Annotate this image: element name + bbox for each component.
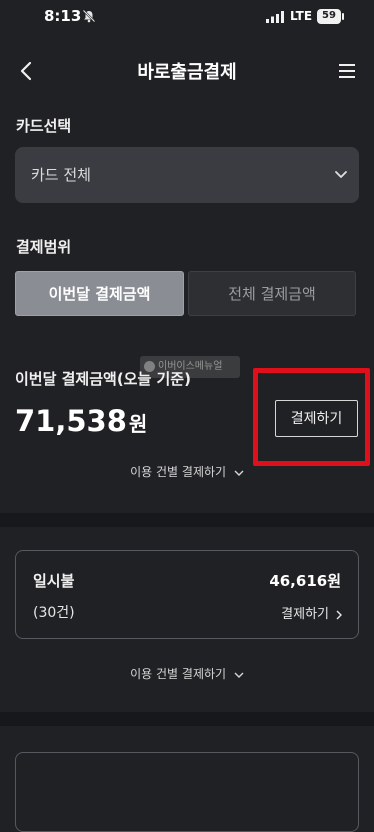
payment-range-label: 결제범위 bbox=[16, 238, 72, 256]
installment-pay-label: 결제하기 bbox=[281, 607, 329, 622]
battery-icon: 59 bbox=[317, 9, 345, 24]
pay-button[interactable]: 결제하기 bbox=[275, 400, 358, 437]
installment-title: 일시불 bbox=[33, 572, 75, 590]
installment-pay-link[interactable]: 결제하기 bbox=[281, 603, 343, 622]
chevron-down-icon bbox=[234, 470, 244, 476]
battery-level: 59 bbox=[322, 10, 336, 21]
card-select-label: 카드선택 bbox=[16, 117, 72, 135]
itemized-pay-link[interactable]: 이용 건별 결제하기 bbox=[0, 463, 374, 480]
installment-count: (30건) bbox=[33, 605, 75, 621]
installment-amount: 46,616원 bbox=[269, 572, 341, 590]
itemized-pay-label: 이용 건별 결제하기 bbox=[130, 465, 227, 479]
hamburger-menu-icon[interactable] bbox=[334, 58, 360, 84]
range-option-total[interactable]: 전체 결제금액 bbox=[188, 271, 356, 316]
amount-unit: 원 bbox=[128, 412, 148, 436]
header: 바로출금결제 bbox=[0, 46, 374, 98]
watermark-logo-icon bbox=[144, 361, 155, 372]
notification-muted-icon bbox=[82, 9, 96, 23]
page-title: 바로출금결제 bbox=[137, 62, 237, 83]
amount-number: 71,538 bbox=[15, 404, 127, 438]
watermark-overlay: 이버이스메뉴얼 bbox=[140, 356, 240, 378]
installment-itemized-label: 이용 건별 결제하기 bbox=[130, 667, 227, 681]
card-select-value: 카드 전체 bbox=[31, 166, 91, 184]
range-option-this-month[interactable]: 이번달 결제금액 bbox=[15, 271, 184, 316]
installment-itemized-link[interactable]: 이용 건별 결제하기 bbox=[0, 665, 374, 682]
chevron-down-icon bbox=[234, 672, 244, 678]
chevron-right-icon bbox=[336, 610, 342, 619]
card-select-dropdown[interactable]: 카드 전체 bbox=[15, 147, 359, 203]
next-card-partial[interactable] bbox=[15, 752, 359, 832]
status-bar: 8:13 LTE 59 bbox=[0, 0, 374, 34]
amount-value: 71,538 원 bbox=[15, 404, 147, 438]
section-divider bbox=[0, 712, 374, 726]
chevron-down-icon bbox=[335, 171, 347, 178]
signal-icon bbox=[266, 11, 284, 23]
network-label: LTE bbox=[290, 9, 313, 23]
watermark-text: 이버이스메뉴얼 bbox=[158, 361, 223, 372]
section-divider bbox=[0, 513, 374, 527]
installment-card[interactable]: 일시불 (30건) 46,616원 결제하기 bbox=[15, 550, 359, 639]
status-time: 8:13 bbox=[44, 7, 82, 25]
